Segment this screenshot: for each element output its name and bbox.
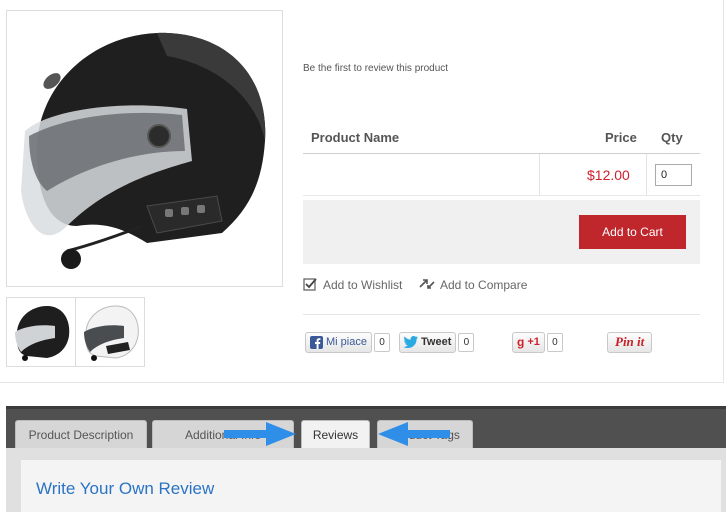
twitter-icon bbox=[404, 336, 418, 348]
tab-product-description[interactable]: Product Description bbox=[15, 420, 147, 449]
gplus-count: 0 bbox=[546, 332, 563, 352]
table-header: Product Name Price Qty bbox=[303, 122, 700, 154]
product-price: $12.00 bbox=[587, 167, 630, 183]
gplus-icon: g bbox=[517, 335, 525, 349]
facebook-count: 0 bbox=[373, 332, 390, 352]
thumbnail-black-helmet[interactable] bbox=[6, 297, 76, 367]
helmet-image bbox=[21, 32, 266, 269]
arrow-left-annotation bbox=[378, 422, 450, 446]
twitter-widget[interactable]: Tweet 0 bbox=[399, 331, 475, 353]
pinterest-widget[interactable]: Pin it bbox=[607, 331, 653, 353]
thumbnail-white-helmet[interactable] bbox=[75, 297, 145, 367]
product-table: Product Name Price Qty $12.00 bbox=[303, 122, 700, 196]
tweet-count: 0 bbox=[458, 332, 475, 352]
compare-arrows-icon bbox=[419, 279, 435, 289]
facebook-like-button[interactable]: Mi piace bbox=[305, 331, 372, 353]
product-tabs-bar: Product Description Additional Info Revi… bbox=[6, 406, 726, 451]
table-row: $12.00 bbox=[303, 154, 700, 196]
arrow-right-annotation bbox=[224, 422, 296, 446]
product-card: Be the first to review this product Prod… bbox=[0, 0, 724, 383]
column-header-price: Price bbox=[605, 130, 637, 145]
compare-label: Add to Compare bbox=[440, 277, 528, 292]
gplus-widget[interactable]: g +1 0 bbox=[512, 331, 563, 353]
facebook-icon bbox=[310, 335, 323, 349]
facebook-like-widget[interactable]: Mi piace 0 bbox=[305, 331, 390, 353]
pinterest-label: Pin it bbox=[615, 334, 645, 349]
product-main-image[interactable] bbox=[6, 10, 283, 287]
helmet-thumb-white-image bbox=[84, 305, 139, 361]
tweet-label: Tweet bbox=[421, 336, 452, 348]
tab-reviews[interactable]: Reviews bbox=[301, 420, 370, 451]
tweet-button[interactable]: Tweet bbox=[399, 331, 457, 353]
write-review-heading: Write Your Own Review bbox=[36, 479, 215, 498]
divider bbox=[303, 314, 700, 315]
add-to-wishlist-link[interactable]: Add to Wishlist bbox=[303, 277, 402, 292]
add-to-cart-button[interactable]: Add to Cart bbox=[579, 215, 686, 249]
pin-it-button[interactable]: Pin it bbox=[607, 331, 653, 353]
column-header-qty: Qty bbox=[661, 130, 683, 145]
add-to-compare-link[interactable]: Add to Compare bbox=[419, 277, 527, 292]
gplus-label: +1 bbox=[527, 336, 540, 348]
tab-content-area: Write Your Own Review bbox=[6, 448, 726, 512]
facebook-label: Mi piace bbox=[326, 336, 367, 348]
checkbox-icon bbox=[303, 278, 317, 291]
helmet-thumb-black-image bbox=[15, 306, 70, 361]
wishlist-label: Add to Wishlist bbox=[323, 277, 403, 292]
add-to-cart-box: Add to Cart bbox=[303, 200, 700, 264]
review-prompt-link[interactable]: Be the first to review this product bbox=[303, 63, 448, 74]
gplus-button[interactable]: g +1 bbox=[512, 331, 545, 353]
column-header-product-name: Product Name bbox=[311, 130, 400, 145]
quantity-input[interactable] bbox=[655, 164, 692, 186]
